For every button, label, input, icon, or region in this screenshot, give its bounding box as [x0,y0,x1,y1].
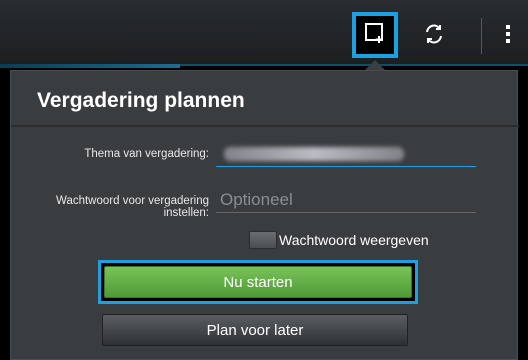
password-field[interactable] [216,187,476,213]
topic-label: Thema van vergadering: [84,148,209,160]
start-now-button[interactable]: Nu starten [104,266,412,298]
action-bar-underline [0,64,180,68]
title-divider [11,125,519,127]
sync-icon [423,23,445,50]
action-bar-divider [481,18,482,54]
new-meeting-icon [364,22,386,49]
dialog-pointer [365,60,385,70]
overflow-menu-icon [504,23,512,50]
topic-input[interactable] [216,141,476,167]
dialog-title: Vergadering plannen [37,89,245,112]
schedule-meeting-dialog: Vergadering plannen Thema van vergaderin… [10,70,519,360]
start-button-highlight: Nu starten [98,260,418,304]
sync-button[interactable] [412,14,456,58]
show-password-row[interactable]: Wachtwoord weergeven [249,229,429,251]
blurred-topic-value [224,147,404,161]
overflow-menu-button[interactable] [486,14,528,58]
action-bar [0,0,528,68]
schedule-later-button[interactable]: Plan voor later [102,314,408,346]
new-meeting-button[interactable] [352,12,398,58]
password-input[interactable] [216,187,476,212]
password-label: Wachtwoord voor vergadering instellen: [56,195,209,219]
show-password-checkbox[interactable] [249,231,277,249]
show-password-label: Wachtwoord weergeven [279,232,429,248]
